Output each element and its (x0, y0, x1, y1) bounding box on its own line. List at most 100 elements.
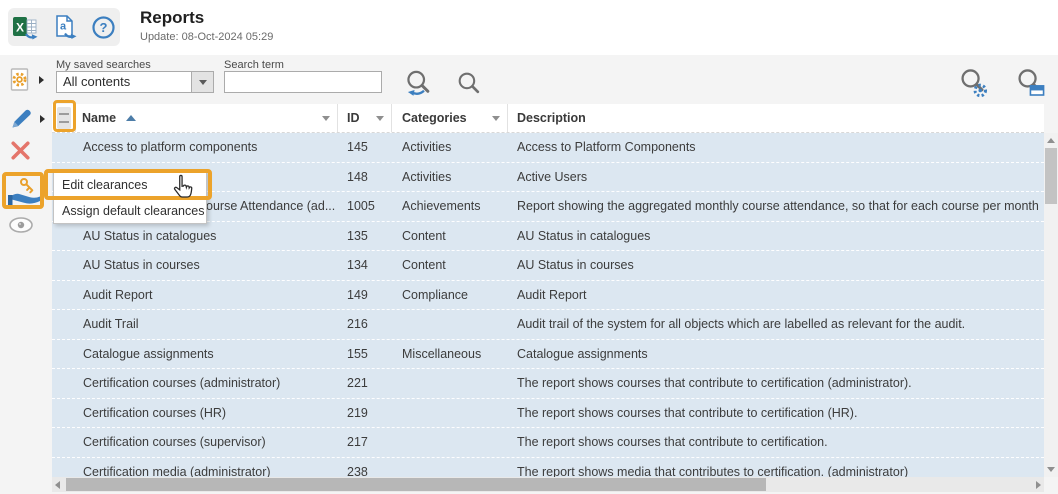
cell-name: Audit Trail (76, 317, 338, 331)
cell-id: 216 (338, 317, 392, 331)
export-file-icon[interactable]: a (52, 14, 78, 40)
cell-name: Certification courses (administrator) (76, 376, 338, 390)
vertical-scrollbar[interactable] (1044, 133, 1058, 477)
cell-id: 217 (338, 435, 392, 449)
table-row[interactable]: Certification courses (administrator) 22… (52, 369, 1044, 399)
column-header-categories[interactable]: Categories (392, 104, 508, 132)
column-label: Name (82, 111, 116, 125)
cell-id: 135 (338, 229, 392, 243)
cell-name: Certification media (administrator) (76, 465, 338, 477)
sidebar-item-edit[interactable] (8, 106, 45, 132)
flyout-caret-icon (40, 115, 45, 123)
search-term-input[interactable] (224, 71, 382, 93)
filter-dropdown-icon[interactable] (376, 116, 384, 121)
cell-id: 148 (338, 170, 392, 184)
cell-description: Access to Platform Components (508, 140, 1044, 154)
cell-name: Certification courses (supervisor) (76, 435, 338, 449)
cell-id: 221 (338, 376, 392, 390)
cell-description: Audit trail of the system for all object… (508, 317, 1044, 331)
cell-description: Active Users (508, 170, 1044, 184)
saved-searches-dropdown[interactable]: All contents (56, 71, 214, 93)
cell-name: AU Status in courses (76, 258, 338, 272)
filter-dropdown-icon[interactable] (492, 116, 500, 121)
table-row[interactable]: AU Status in catalogues 135 Content AU S… (52, 222, 1044, 252)
dropdown-arrow-button[interactable] (191, 72, 213, 92)
saved-searches-label: My saved searches (56, 59, 151, 71)
cell-description: The report shows courses that contribute… (508, 376, 1044, 390)
cell-description: The report shows courses that contribute… (508, 435, 1044, 449)
table-row[interactable]: AU Status in courses 134 Content AU Stat… (52, 251, 1044, 281)
column-header-description[interactable]: Description (508, 104, 1044, 132)
search-icon[interactable] (454, 68, 484, 98)
cell-description: AU Status in catalogues (508, 229, 1044, 243)
column-chooser-header[interactable] (52, 104, 76, 132)
table-row[interactable]: Audit Trail 216 Audit trail of the syste… (52, 310, 1044, 340)
sidebar-item-delete[interactable] (8, 138, 33, 163)
export-excel-icon[interactable]: X (12, 14, 39, 41)
column-header-name[interactable]: Name (76, 104, 338, 132)
grip-menu-icon (57, 107, 71, 129)
cell-id: 134 (338, 258, 392, 272)
filter-dropdown-icon[interactable] (322, 116, 330, 121)
cell-description: Report showing the aggregated monthly co… (508, 199, 1044, 213)
horizontal-scrollbar[interactable] (52, 477, 1044, 492)
svg-text:a: a (60, 21, 67, 33)
view-eye-icon (8, 216, 34, 234)
table-row[interactable]: Certification courses (supervisor) 217 T… (52, 428, 1044, 458)
table-row[interactable]: Audit Report 149 Compliance Audit Report (52, 281, 1044, 311)
cell-categories: Content (392, 258, 508, 272)
column-header-id[interactable]: ID (338, 104, 392, 132)
cell-id: 238 (338, 465, 392, 477)
cell-description: Audit Report (508, 288, 1044, 302)
cell-description: The report shows media that contributes … (508, 465, 1044, 477)
svg-text:?: ? (100, 20, 108, 35)
column-label: ID (347, 111, 360, 125)
cell-categories: Compliance (392, 288, 508, 302)
scroll-left-icon[interactable] (55, 481, 60, 489)
sort-ascending-icon (126, 115, 136, 121)
search-term-label: Search term (224, 59, 284, 71)
cell-description: Catalogue assignments (508, 347, 1044, 361)
page-subtitle: Update: 08-Oct-2024 05:29 (140, 31, 273, 43)
cell-name: AU Status in catalogues (76, 229, 338, 243)
cell-name: Access to platform components (76, 140, 338, 154)
cell-categories: Miscellaneous (392, 347, 508, 361)
cell-name: Audit Report (76, 288, 338, 302)
search-settings-icon[interactable] (958, 67, 990, 99)
cell-id: 149 (338, 288, 392, 302)
cell-categories: Content (392, 229, 508, 243)
flyout-caret-icon (39, 76, 44, 84)
reports-table: Name ID Categories Description Access to… (52, 104, 1044, 477)
table-row[interactable]: Certification media (administrator) 238 … (52, 458, 1044, 478)
vertical-scroll-thumb[interactable] (1045, 148, 1057, 204)
sidebar-item-clearances[interactable] (8, 176, 57, 206)
table-row[interactable]: Catalogue assignments 155 Miscellaneous … (52, 340, 1044, 370)
scroll-up-icon[interactable] (1047, 138, 1055, 143)
page-title: Reports (140, 8, 204, 28)
edit-pencil-icon (8, 106, 34, 132)
table-header-row: Name ID Categories Description (52, 104, 1044, 133)
export-toolbar: X a ? (8, 8, 120, 46)
cell-name: Catalogue assignments (76, 347, 338, 361)
table-row[interactable]: Access to platform components 145 Activi… (52, 133, 1044, 163)
table-row[interactable]: Certification courses (HR) 219 The repor… (52, 399, 1044, 429)
search-profile-icon[interactable] (1015, 67, 1047, 99)
scroll-down-icon[interactable] (1047, 467, 1055, 472)
hand-cursor-icon (170, 174, 196, 207)
scroll-right-icon[interactable] (1036, 481, 1041, 489)
column-label: Categories (402, 111, 467, 125)
search-history-icon[interactable] (404, 68, 434, 98)
sidebar-item-generate-report[interactable] (8, 67, 44, 93)
generate-report-icon (8, 67, 33, 93)
clearances-hand-key-icon (8, 176, 42, 206)
column-label: Description (517, 111, 586, 125)
cell-id: 145 (338, 140, 392, 154)
delete-x-icon (8, 138, 33, 163)
cell-categories: Activities (392, 170, 508, 184)
help-icon[interactable]: ? (91, 15, 116, 40)
cell-description: AU Status in courses (508, 258, 1044, 272)
horizontal-scroll-thumb[interactable] (66, 478, 766, 491)
top-bar: X a ? Reports Update: 08-Oct-2024 05 (0, 0, 1058, 55)
sidebar-item-view[interactable] (8, 216, 34, 234)
cell-description: The report shows courses that contribute… (508, 406, 1044, 420)
